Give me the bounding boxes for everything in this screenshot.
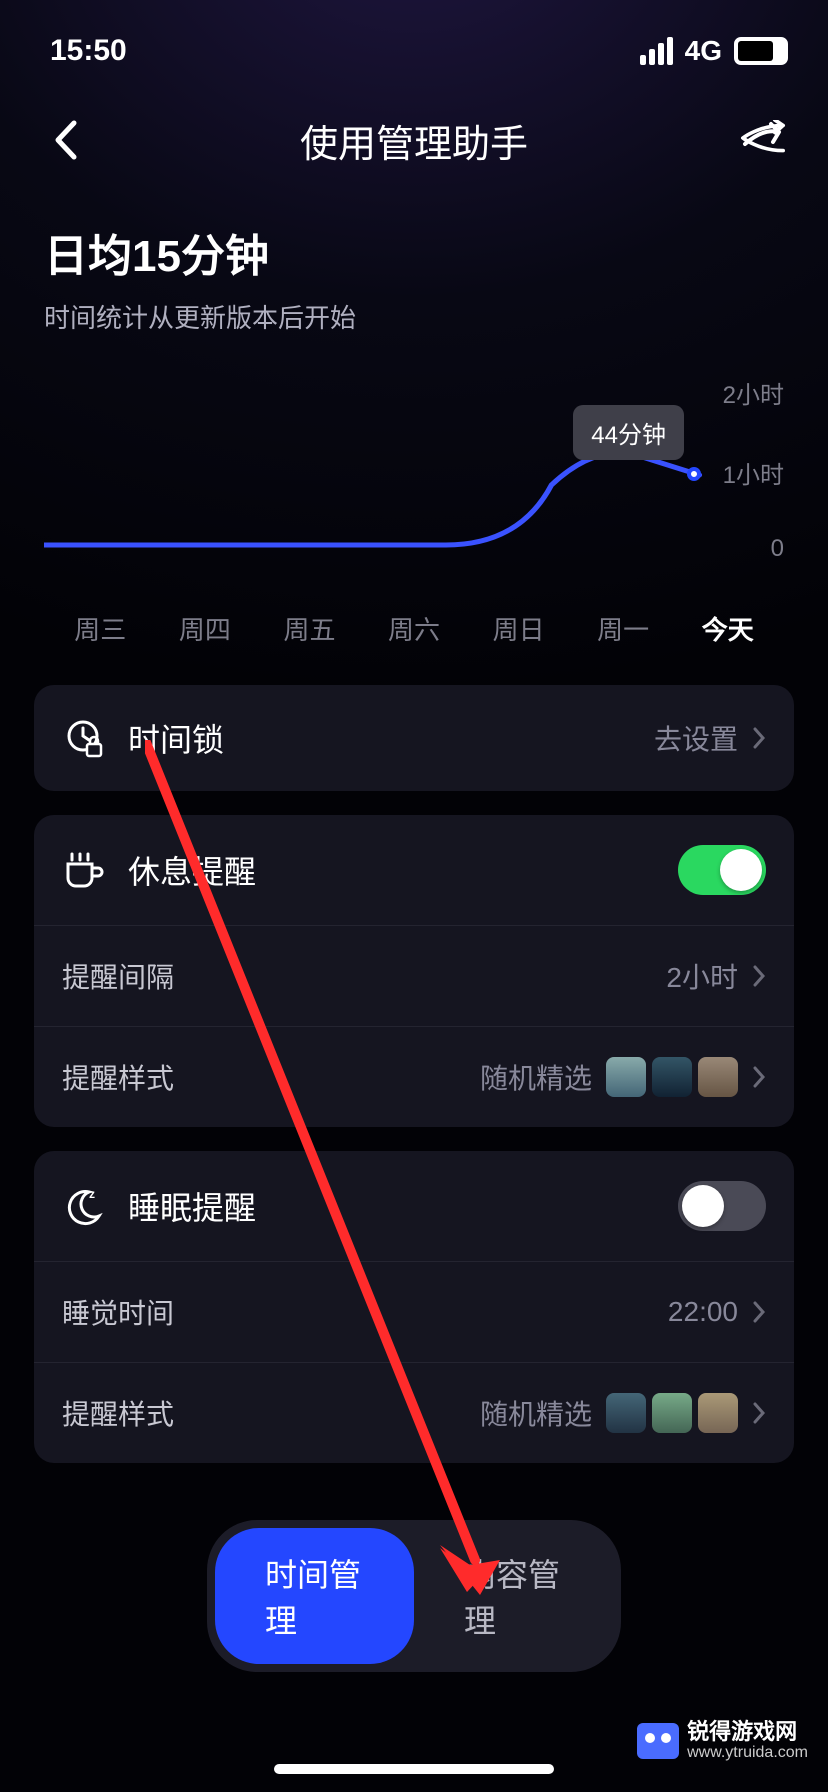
battery-level: 76 bbox=[736, 39, 786, 63]
back-button[interactable] bbox=[40, 119, 90, 161]
cup-icon bbox=[62, 850, 104, 890]
y-tick-1h: 1小时 bbox=[723, 455, 784, 490]
chart-tooltip: 44分钟 bbox=[573, 405, 684, 460]
rest-toggle[interactable] bbox=[678, 845, 766, 895]
y-tick-0: 0 bbox=[771, 535, 784, 563]
timelock-row[interactable]: 时间锁 去设置 bbox=[34, 685, 794, 791]
page-title: 使用管理助手 bbox=[90, 113, 738, 168]
battery-icon: 76 bbox=[734, 37, 788, 65]
chevron-right-icon bbox=[752, 1065, 766, 1089]
sleep-card: z 睡眠提醒 睡觉时间 22:00 提醒样式 随机精选 bbox=[34, 1151, 794, 1463]
thumb-icon bbox=[606, 1057, 646, 1097]
signal-icon bbox=[640, 37, 673, 65]
watermark: 锐得游戏网 www.ytruida.com bbox=[637, 1720, 808, 1762]
sleep-label: 睡眠提醒 bbox=[128, 1183, 256, 1229]
rest-toggle-row: 休息提醒 bbox=[34, 815, 794, 925]
summary-title: 日均15分钟 bbox=[44, 220, 784, 284]
home-indicator[interactable] bbox=[274, 1764, 554, 1774]
watermark-url: www.ytruida.com bbox=[687, 1744, 808, 1762]
sleep-time-row[interactable]: 睡觉时间 22:00 bbox=[34, 1261, 794, 1362]
svg-text:z: z bbox=[89, 1187, 95, 1201]
thumb-icon bbox=[698, 1057, 738, 1097]
summary-subtitle: 时间统计从更新版本后开始 bbox=[44, 298, 784, 335]
chevron-left-icon bbox=[52, 119, 78, 161]
timelock-label: 时间锁 bbox=[128, 715, 224, 761]
settings-list: 时间锁 去设置 休息提醒 提醒间隔 2小时 bbox=[0, 625, 828, 1483]
rest-style-thumbs bbox=[606, 1057, 738, 1097]
share-icon bbox=[739, 120, 787, 160]
x-tick[interactable]: 周三 bbox=[48, 610, 153, 647]
x-tick[interactable]: 周日 bbox=[466, 610, 571, 647]
rest-interval-row[interactable]: 提醒间隔 2小时 bbox=[34, 925, 794, 1026]
timelock-action: 去设置 bbox=[654, 718, 738, 758]
rest-label: 休息提醒 bbox=[128, 847, 256, 893]
x-tick-active[interactable]: 今天 bbox=[675, 610, 780, 647]
watermark-logo-icon bbox=[637, 1723, 679, 1759]
timelock-card: 时间锁 去设置 bbox=[34, 685, 794, 791]
tab-content-management[interactable]: 内容管理 bbox=[414, 1528, 613, 1664]
chart-active-dot bbox=[687, 467, 701, 481]
sleep-style-value: 随机精选 bbox=[480, 1393, 592, 1433]
chevron-right-icon bbox=[752, 964, 766, 988]
share-button[interactable] bbox=[738, 120, 788, 160]
chevron-right-icon bbox=[752, 726, 766, 750]
thumb-icon bbox=[652, 1057, 692, 1097]
sleep-toggle-row: z 睡眠提醒 bbox=[34, 1151, 794, 1261]
sleep-style-row[interactable]: 提醒样式 随机精选 bbox=[34, 1362, 794, 1463]
status-right: 4G 76 bbox=[640, 35, 788, 67]
status-time: 15:50 bbox=[50, 34, 127, 68]
rest-interval-label: 提醒间隔 bbox=[62, 956, 174, 996]
usage-chart: 2小时 1小时 0 44分钟 周三 周四 周五 周六 周日 周一 今天 bbox=[44, 385, 784, 625]
sleep-style-thumbs bbox=[606, 1393, 738, 1433]
timelock-icon bbox=[62, 718, 104, 758]
summary-section: 日均15分钟 时间统计从更新版本后开始 bbox=[0, 190, 828, 345]
chevron-right-icon bbox=[752, 1401, 766, 1425]
y-tick-2h: 2小时 bbox=[723, 375, 784, 410]
nav-bar: 使用管理助手 bbox=[0, 80, 828, 190]
thumb-icon bbox=[652, 1393, 692, 1433]
rest-style-row[interactable]: 提醒样式 随机精选 bbox=[34, 1026, 794, 1127]
rest-style-label: 提醒样式 bbox=[62, 1057, 174, 1097]
moon-icon: z bbox=[62, 1186, 104, 1226]
rest-card: 休息提醒 提醒间隔 2小时 提醒样式 随机精选 bbox=[34, 815, 794, 1127]
x-tick[interactable]: 周一 bbox=[571, 610, 676, 647]
tab-time-management[interactable]: 时间管理 bbox=[215, 1528, 414, 1664]
sleep-time-label: 睡觉时间 bbox=[62, 1292, 174, 1332]
x-tick[interactable]: 周四 bbox=[153, 610, 258, 647]
rest-interval-value: 2小时 bbox=[666, 956, 738, 996]
sleep-time-value: 22:00 bbox=[668, 1296, 738, 1328]
x-tick[interactable]: 周六 bbox=[362, 610, 467, 647]
status-bar: 15:50 4G 76 bbox=[0, 0, 828, 80]
bottom-tab-bar: 时间管理 内容管理 bbox=[207, 1520, 621, 1672]
chevron-right-icon bbox=[752, 1300, 766, 1324]
x-tick[interactable]: 周五 bbox=[257, 610, 362, 647]
watermark-name: 锐得游戏网 bbox=[687, 1720, 808, 1744]
sleep-style-label: 提醒样式 bbox=[62, 1393, 174, 1433]
thumb-icon bbox=[698, 1393, 738, 1433]
thumb-icon bbox=[606, 1393, 646, 1433]
sleep-toggle[interactable] bbox=[678, 1181, 766, 1231]
rest-style-value: 随机精选 bbox=[480, 1057, 592, 1097]
network-label: 4G bbox=[685, 35, 722, 67]
chart-x-axis: 周三 周四 周五 周六 周日 周一 今天 bbox=[44, 590, 784, 647]
